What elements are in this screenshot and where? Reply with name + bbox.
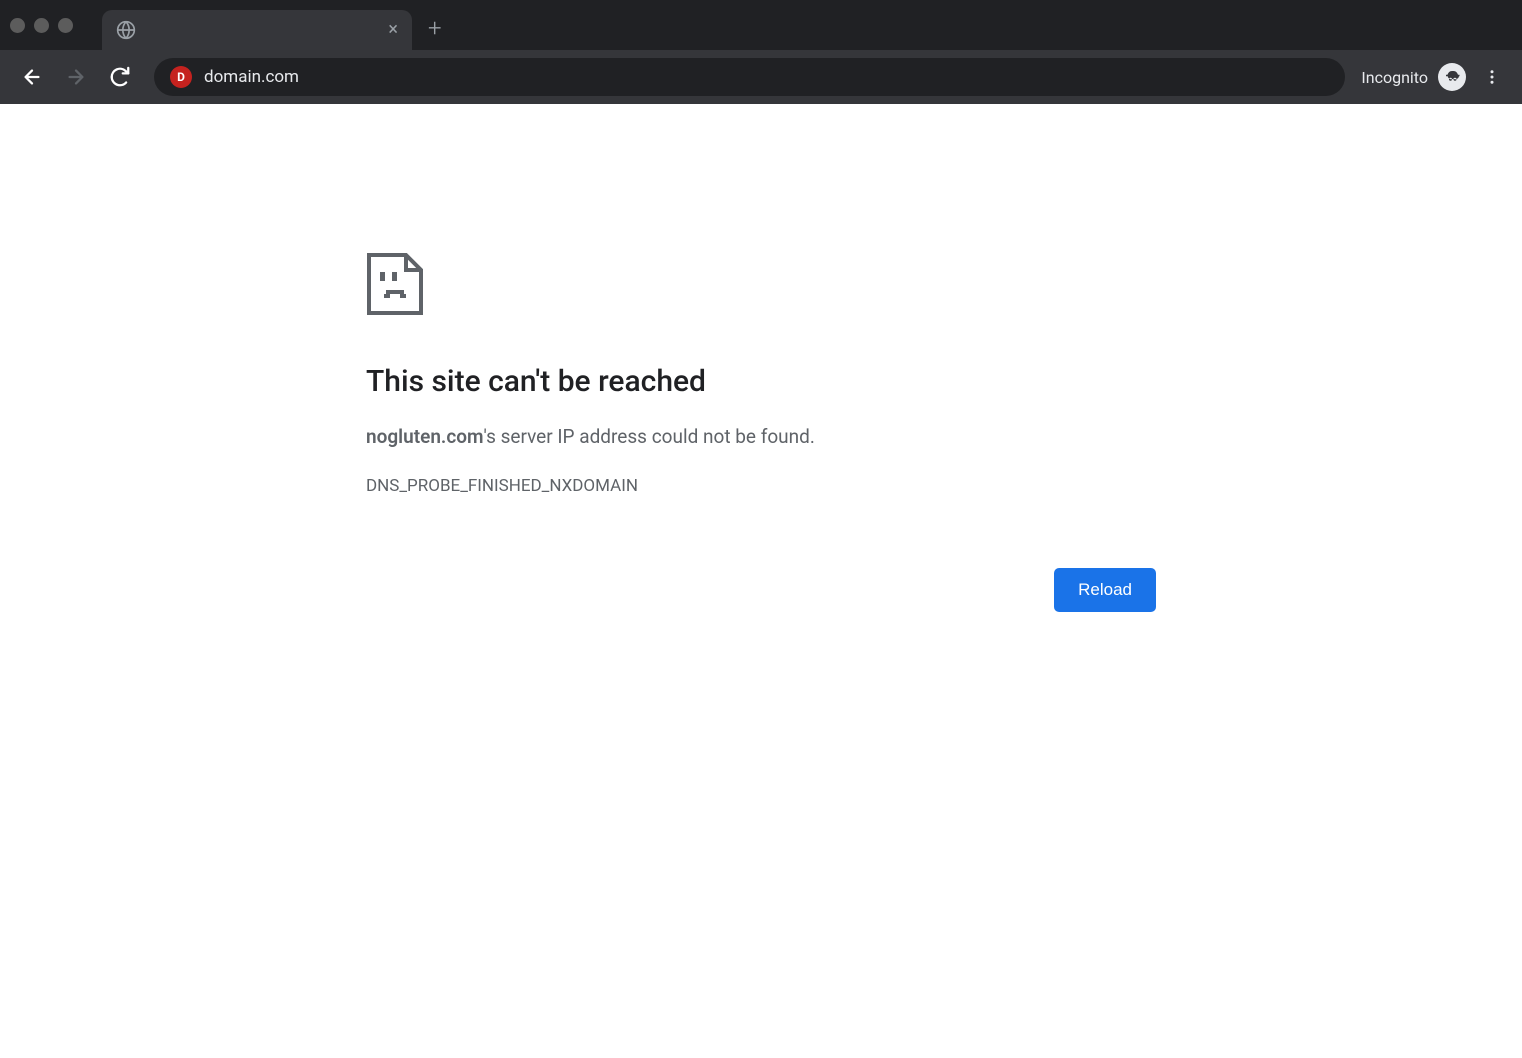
browser-tab[interactable]: ×	[102, 10, 412, 50]
incognito-icon	[1438, 63, 1466, 91]
globe-icon	[116, 20, 136, 40]
address-bar[interactable]: D domain.com	[154, 58, 1345, 96]
error-message-suffix: 's server IP address could not be found.	[484, 425, 815, 448]
reload-button[interactable]: Reload	[1054, 568, 1156, 612]
error-message: nogluten.com's server IP address could n…	[366, 423, 1156, 452]
tab-strip: × +	[0, 0, 1522, 50]
error-box: This site can't be reached nogluten.com'…	[366, 252, 1156, 612]
forward-button[interactable]	[58, 59, 94, 95]
error-host: nogluten.com	[366, 425, 484, 448]
sad-page-icon	[366, 252, 1156, 320]
close-tab-icon[interactable]: ×	[388, 21, 398, 39]
back-button[interactable]	[14, 59, 50, 95]
new-tab-button[interactable]: +	[428, 8, 442, 42]
incognito-label: Incognito	[1361, 68, 1428, 87]
browser-menu-button[interactable]	[1476, 61, 1508, 93]
toolbar-right: Incognito	[1361, 61, 1508, 93]
error-code: DNS_PROBE_FINISHED_NXDOMAIN	[366, 476, 1156, 496]
reload-button-toolbar[interactable]	[102, 59, 138, 95]
error-title: This site can't be reached	[366, 364, 1156, 399]
toolbar: D domain.com Incognito	[0, 50, 1522, 104]
reload-row: Reload	[366, 568, 1156, 612]
maximize-window-button[interactable]	[58, 18, 73, 33]
page-content: This site can't be reached nogluten.com'…	[0, 104, 1522, 612]
window-controls	[10, 18, 82, 33]
close-window-button[interactable]	[10, 18, 25, 33]
site-favicon-icon: D	[170, 66, 192, 88]
url-text: domain.com	[204, 67, 299, 87]
minimize-window-button[interactable]	[34, 18, 49, 33]
